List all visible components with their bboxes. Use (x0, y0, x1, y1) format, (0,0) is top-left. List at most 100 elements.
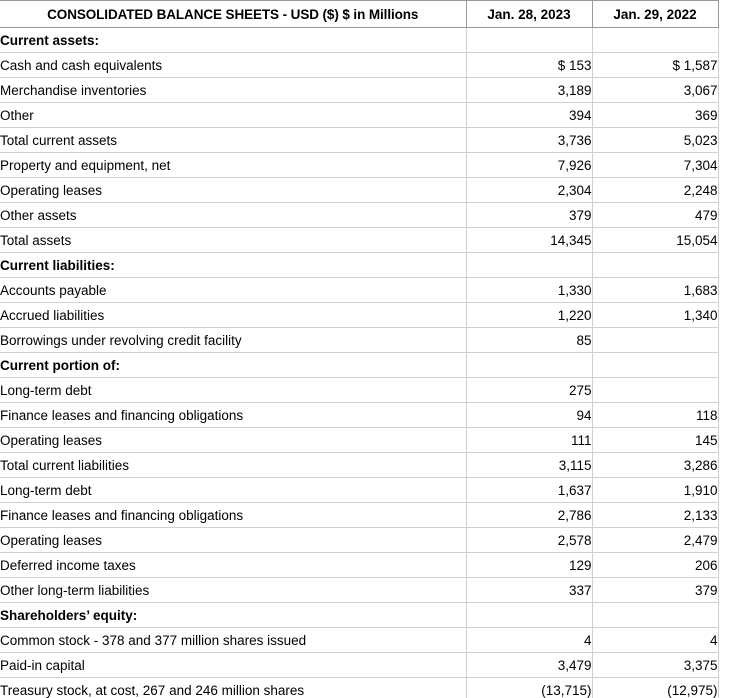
table-row: Total current liabilities 3,115 3,286 (0, 452, 719, 478)
table-row: Operating leases 111 145 (0, 427, 719, 453)
cell-value-period-2 (591, 327, 719, 353)
table-row: Accrued liabilities 1,220 1,340 (0, 302, 719, 328)
cell-value-period-1: 3,189 (465, 77, 592, 103)
cell-value-period-1: $ 153 (465, 52, 592, 78)
cell-value-period-2 (591, 352, 719, 378)
cell-value-period-1: 3,115 (465, 452, 592, 478)
cell-value-period-1: (13,715) (465, 677, 592, 698)
cell-value-period-2 (591, 27, 719, 53)
cell-value-period-2: 369 (591, 102, 719, 128)
cell-value-period-1: 85 (465, 327, 592, 353)
cell-value-period-1: 111 (465, 427, 592, 453)
table-row: Paid-in capital 3,479 3,375 (0, 652, 719, 678)
table-row: Merchandise inventories 3,189 3,067 (0, 77, 719, 103)
cell-value-period-1: 337 (465, 577, 592, 603)
cell-value-period-1: 1,330 (465, 277, 592, 303)
table-row: Shareholders’ equity: (0, 602, 719, 628)
line-item-label: Operating leases (0, 527, 466, 553)
line-item-label: Operating leases (0, 427, 466, 453)
line-item-label: Paid-in capital (0, 652, 466, 678)
cell-value-period-1: 1,637 (465, 477, 592, 503)
cell-value-period-1: 379 (465, 202, 592, 228)
table-row: Finance leases and financing obligations… (0, 402, 719, 428)
column-header-period-1: Jan. 28, 2023 (465, 0, 592, 28)
cell-value-period-2: 206 (591, 552, 719, 578)
cell-value-period-2 (591, 602, 719, 628)
cell-value-period-2: 2,133 (591, 502, 719, 528)
table-row: Current portion of: (0, 352, 719, 378)
cell-value-period-1: 14,345 (465, 227, 592, 253)
cell-value-period-2: 1,683 (591, 277, 719, 303)
cell-value-period-2: 3,067 (591, 77, 719, 103)
section-header-label: Current liabilities: (0, 252, 466, 278)
line-item-label: Total current liabilities (0, 452, 466, 478)
table-row: Total assets 14,345 15,054 (0, 227, 719, 253)
cell-value-period-1 (465, 352, 592, 378)
line-item-label: Cash and cash equivalents (0, 52, 466, 78)
table-row: Common stock - 378 and 377 million share… (0, 627, 719, 653)
balance-sheet-page: CONSOLIDATED BALANCE SHEETS - USD ($) $ … (0, 0, 731, 698)
line-item-label: Long-term debt (0, 477, 466, 503)
cell-value-period-2: 118 (591, 402, 719, 428)
line-item-label: Accounts payable (0, 277, 466, 303)
cell-value-period-2: 5,023 (591, 127, 719, 153)
cell-value-period-2: 2,248 (591, 177, 719, 203)
table-row: Deferred income taxes 129 206 (0, 552, 719, 578)
cell-value-period-2: 3,375 (591, 652, 719, 678)
cell-value-period-1 (465, 27, 592, 53)
table-row: Long-term debt 275 (0, 377, 719, 403)
table-row: Finance leases and financing obligations… (0, 502, 719, 528)
cell-value-period-2: 1,340 (591, 302, 719, 328)
table-row: Other assets 379 479 (0, 202, 719, 228)
table-row: Accounts payable 1,330 1,683 (0, 277, 719, 303)
line-item-label: Other assets (0, 202, 466, 228)
table-row: Other 394 369 (0, 102, 719, 128)
line-item-label: Finance leases and financing obligations (0, 402, 466, 428)
cell-value-period-2: 1,910 (591, 477, 719, 503)
cell-value-period-2: 2,479 (591, 527, 719, 553)
table-header: CONSOLIDATED BALANCE SHEETS - USD ($) $ … (0, 0, 719, 28)
cell-value-period-1: 275 (465, 377, 592, 403)
table-row: Current assets: (0, 27, 719, 53)
cell-value-period-1 (465, 252, 592, 278)
cell-value-period-2: 479 (591, 202, 719, 228)
section-header-label: Current portion of: (0, 352, 466, 378)
line-item-label: Accrued liabilities (0, 302, 466, 328)
line-item-label: Merchandise inventories (0, 77, 466, 103)
cell-value-period-1: 2,786 (465, 502, 592, 528)
line-item-label: Deferred income taxes (0, 552, 466, 578)
line-item-label: Borrowings under revolving credit facili… (0, 327, 466, 353)
cell-value-period-1: 3,736 (465, 127, 592, 153)
line-item-label: Other (0, 102, 466, 128)
table-row: Treasury stock, at cost, 267 and 246 mil… (0, 677, 719, 698)
line-item-label: Operating leases (0, 177, 466, 203)
cell-value-period-1: 4 (465, 627, 592, 653)
cell-value-period-1 (465, 602, 592, 628)
line-item-label: Long-term debt (0, 377, 466, 403)
table-header-row: CONSOLIDATED BALANCE SHEETS - USD ($) $ … (0, 0, 719, 28)
line-item-label: Finance leases and financing obligations (0, 502, 466, 528)
cell-value-period-1: 3,479 (465, 652, 592, 678)
line-item-label: Property and equipment, net (0, 152, 466, 178)
consolidated-balance-sheets-table: CONSOLIDATED BALANCE SHEETS - USD ($) $ … (0, 0, 719, 698)
line-item-label: Common stock - 378 and 377 million share… (0, 627, 466, 653)
table-row: Total current assets 3,736 5,023 (0, 127, 719, 153)
cell-value-period-1: 2,304 (465, 177, 592, 203)
table-row: Cash and cash equivalents $ 153 $ 1,587 (0, 52, 719, 78)
table-row: Other long-term liabilities 337 379 (0, 577, 719, 603)
cell-value-period-2: $ 1,587 (591, 52, 719, 78)
cell-value-period-1: 2,578 (465, 527, 592, 553)
cell-value-period-1: 1,220 (465, 302, 592, 328)
table-body: Current assets: Cash and cash equivalents… (0, 27, 719, 698)
column-header-period-2: Jan. 29, 2022 (591, 0, 719, 28)
table-row: Operating leases 2,304 2,248 (0, 177, 719, 203)
cell-value-period-2: 7,304 (591, 152, 719, 178)
table-row: Operating leases 2,578 2,479 (0, 527, 719, 553)
table-row: Property and equipment, net 7,926 7,304 (0, 152, 719, 178)
cell-value-period-2: 15,054 (591, 227, 719, 253)
cell-value-period-2: (12,975) (591, 677, 719, 698)
section-header-label: Shareholders’ equity: (0, 602, 466, 628)
line-item-label: Total current assets (0, 127, 466, 153)
table-row: Current liabilities: (0, 252, 719, 278)
section-header-label: Current assets: (0, 27, 466, 53)
